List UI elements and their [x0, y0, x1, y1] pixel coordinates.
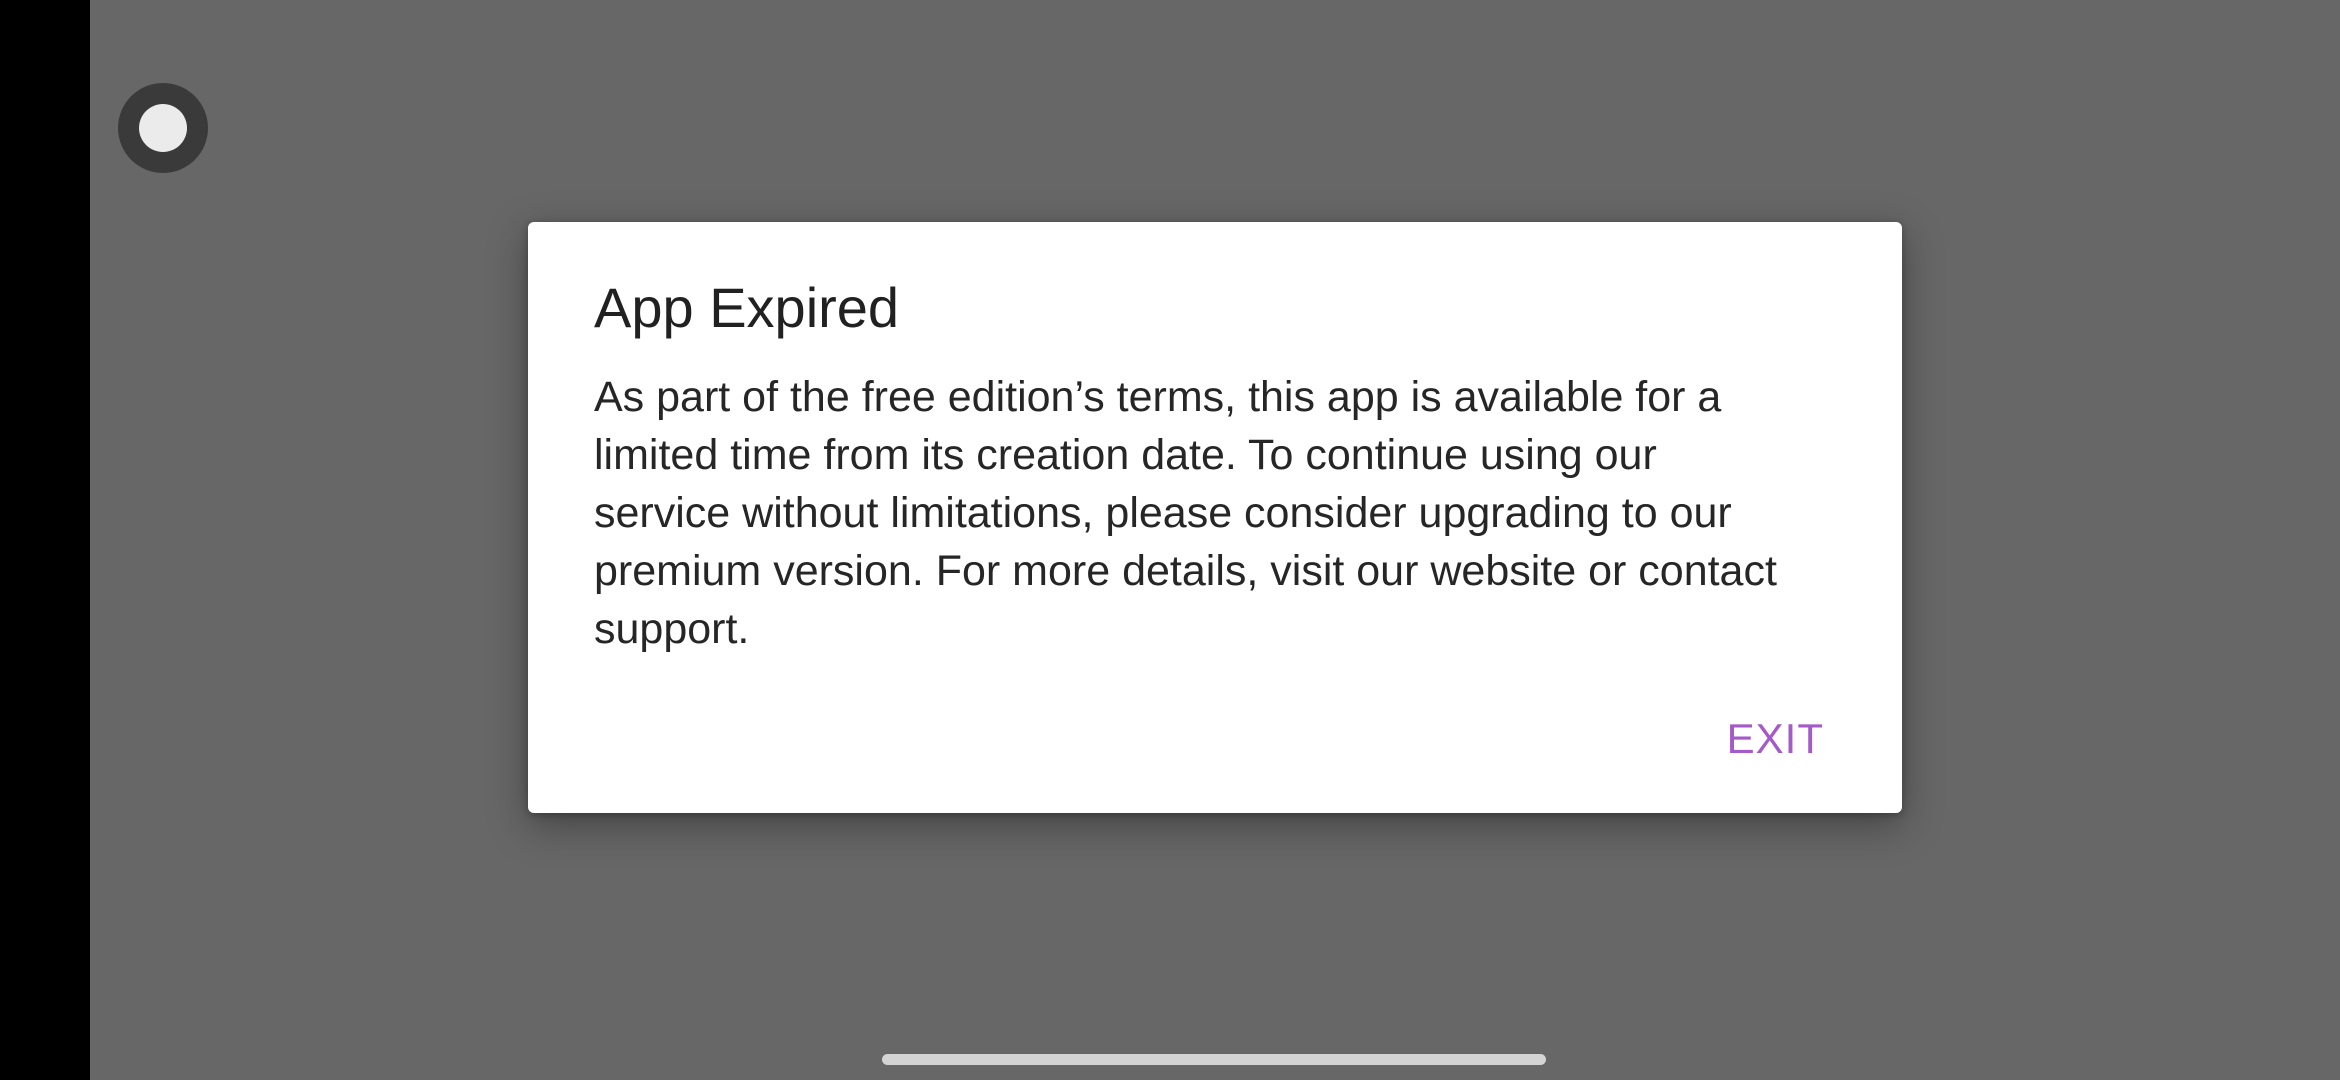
display-cutout-bar	[0, 0, 90, 1080]
floating-record-button[interactable]	[118, 83, 208, 173]
record-circle-icon	[139, 104, 187, 152]
exit-button[interactable]: EXIT	[1727, 715, 1824, 763]
app-expired-dialog: App Expired As part of the free edition’…	[528, 222, 1902, 813]
dialog-title: App Expired	[594, 276, 900, 339]
dialog-actions: EXIT	[1727, 715, 1824, 763]
screen: App Expired As part of the free edition’…	[0, 0, 2340, 1080]
home-indicator[interactable]	[882, 1054, 1546, 1065]
dialog-message: As part of the free edition’s terms, thi…	[594, 373, 1777, 653]
